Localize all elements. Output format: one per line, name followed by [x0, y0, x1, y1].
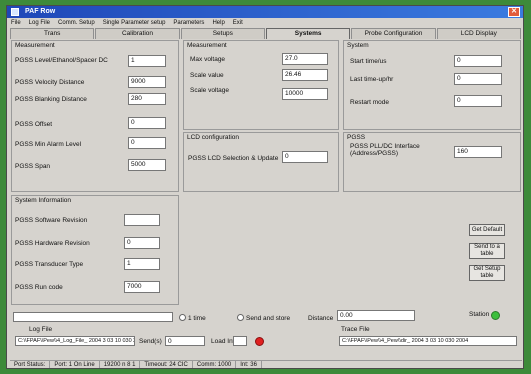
run-code-input[interactable]: 7000 [124, 281, 160, 293]
velocity-distance-input[interactable]: 9000 [128, 76, 166, 88]
min-alarm-input[interactable]: 0 [128, 137, 166, 149]
menu-parameters[interactable]: Parameters [173, 18, 204, 28]
status-int: Int: 36 [236, 361, 262, 368]
status-baud: 19200 n 8 1 [100, 361, 141, 368]
menu-bar: File Log File Comm. Setup Single Paramet… [7, 18, 523, 28]
field-label: PGSS Run code [15, 284, 63, 291]
menu-single-parameter[interactable]: Single Parameter setup [103, 18, 166, 28]
scale-value-input[interactable]: 26.46 [282, 69, 328, 81]
send-to-table-button[interactable]: Send to a table [469, 243, 505, 259]
span-input[interactable]: 5000 [128, 159, 166, 171]
lcd-selection-input[interactable]: 0 [282, 151, 328, 163]
field-label: Restart mode [350, 99, 390, 106]
menu-help[interactable]: Help [212, 18, 224, 28]
sensor-panel: Measurement Max voltage 27.0 Scale value… [183, 40, 339, 130]
station-status-indicator [491, 311, 500, 320]
system-information-panel: System Information PGSS Software Revisio… [11, 195, 179, 305]
field-label: PGSS Velocity Distance [15, 79, 85, 86]
tab-lcd-display[interactable]: LCD Display [436, 28, 521, 39]
get-setup-table-button[interactable]: Get Setup table [469, 265, 505, 281]
field-label: PGSS Level/Ethanol/Spacer DC [15, 57, 108, 64]
progress-field [13, 312, 173, 322]
field-label: PGSS Software Revision [15, 217, 88, 224]
close-icon[interactable]: ✕ [508, 7, 520, 17]
field-label: Scale value [190, 72, 224, 79]
load-int-label: Load Int [211, 338, 235, 345]
sensor-panel-title: Measurement [187, 42, 227, 49]
max-voltage-input[interactable]: 27.0 [282, 53, 328, 65]
system-panel: System Start time/us 0 Last time-up/hr 0… [343, 40, 521, 130]
tab-strip: Trans Calibration Setups Systems Probe C… [10, 28, 522, 39]
field-label: Last time-up/hr [350, 76, 394, 83]
station-label: Station [469, 311, 490, 318]
field-label: PGSS Hardware Revision [15, 240, 90, 247]
tab-probe-configuration[interactable]: Probe Configuration [351, 28, 436, 39]
send-and-store-radio[interactable] [237, 314, 244, 321]
status-bar: Port Status: Port: 1 On Line 19200 n 8 1… [10, 360, 522, 368]
tab-trans[interactable]: Trans [10, 28, 95, 39]
menu-file[interactable]: File [11, 18, 21, 28]
measurement-panel: Measurement PGSS Level/Ethanol/Spacer DC… [11, 40, 179, 192]
transducer-type-input[interactable]: 1 [124, 258, 160, 270]
trace-file-label: Trace File [341, 326, 370, 333]
measurement-panel-title: Measurement [15, 42, 55, 49]
menu-exit[interactable]: Exit [233, 18, 243, 28]
restart-mode-input[interactable]: 0 [454, 95, 502, 107]
last-timeup-input[interactable]: 0 [454, 73, 502, 85]
status-comm: Comm: 1000 [193, 361, 237, 368]
status-port: Port: 1 On Line [50, 361, 100, 368]
scale-voltage-input[interactable]: 10000 [282, 88, 328, 100]
log-file-label: Log File [29, 326, 53, 333]
recording-indicator [255, 337, 264, 346]
field-label: Scale voltage [190, 87, 230, 94]
send-count-field[interactable]: 0 [165, 336, 205, 346]
pgss-panel-title: PGSS [347, 134, 366, 141]
one-time-label: 1 time [188, 315, 206, 322]
app-icon [11, 8, 19, 16]
status-port-label: Port Status: [10, 361, 51, 368]
hardware-revision-input[interactable]: 0 [124, 237, 160, 249]
field-label: PGSS LCD Selection & Update [188, 155, 279, 162]
load-int-field[interactable] [233, 336, 247, 346]
field-label: PGSS Blanking Distance [15, 96, 87, 103]
get-default-button[interactable]: Get Default [469, 224, 505, 236]
title-bar: PAF Row ✕ [7, 6, 523, 18]
distance-field: 0.00 [337, 310, 415, 321]
lcd-panel: LCD configuration PGSS LCD Selection & U… [183, 132, 339, 192]
field-label: PGSS Min Alarm Level [15, 141, 82, 148]
send-label: Send(s) [139, 338, 162, 345]
field-label: PGSS Transducer Type [15, 261, 84, 268]
field-label: PGSS PLL/DC Interface (Address/PGSS) [350, 143, 420, 157]
tab-setups[interactable]: Setups [180, 28, 265, 39]
tab-systems[interactable]: Systems [265, 28, 351, 39]
send-and-store-label: Send and store [246, 315, 291, 322]
one-time-radio[interactable] [179, 314, 186, 321]
trace-file-path-field[interactable]: C:\\FPAF\\Pew\\4_Pew\\dir_ 2004 3 03 10 … [339, 336, 517, 346]
menu-comm-setup[interactable]: Comm. Setup [58, 18, 95, 28]
start-time-input[interactable]: 0 [454, 55, 502, 67]
tab-calibration[interactable]: Calibration [95, 28, 180, 39]
status-timeout: Timeout: 24 CIC [140, 361, 193, 368]
sysinfo-panel-title: System Information [15, 197, 71, 204]
system-panel-title: System [347, 42, 369, 49]
pgss-interface-input[interactable]: 160 [454, 146, 502, 158]
level-dc-input[interactable]: 1 [128, 55, 166, 67]
field-label: PGSS Offset [15, 121, 53, 128]
offset-input[interactable]: 0 [128, 117, 166, 129]
app-window: PAF Row ✕ File Log File Comm. Setup Sing… [6, 5, 524, 369]
window-title: PAF Row [25, 8, 56, 15]
log-file-path-field[interactable]: C:\\FPAF\\Pew\\4_Log_File_ 2004 3 03 10 … [15, 336, 135, 346]
menu-log-file[interactable]: Log File [29, 18, 50, 28]
blanking-distance-input[interactable]: 280 [128, 93, 166, 105]
lcd-panel-title: LCD configuration [187, 134, 240, 141]
pgss-panel: PGSS PGSS PLL/DC Interface (Address/PGSS… [343, 132, 521, 192]
field-label: PGSS Span [15, 163, 51, 170]
software-revision-input[interactable] [124, 214, 160, 226]
field-label: Max voltage [190, 56, 226, 63]
field-label: Start time/us [350, 58, 387, 65]
distance-label: Distance [308, 315, 334, 322]
